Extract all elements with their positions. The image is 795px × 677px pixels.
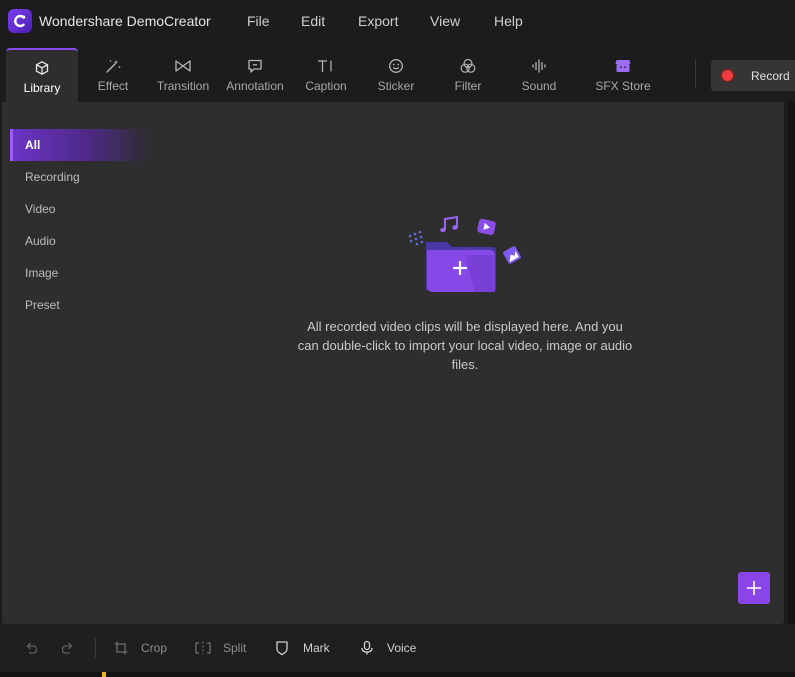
plus-icon [746, 580, 762, 596]
mark-label: Mark [303, 641, 330, 655]
playhead-marker[interactable] [102, 672, 106, 677]
undo-icon [26, 642, 38, 654]
tab-library[interactable]: Library [6, 48, 78, 102]
import-media-button[interactable] [738, 572, 770, 604]
voice-label: Voice [387, 641, 417, 655]
category-recording[interactable]: Recording [10, 161, 150, 193]
app-title: Wondershare DemoCreator [39, 13, 211, 29]
category-all[interactable]: All [10, 129, 150, 161]
menu-edit[interactable]: Edit [301, 13, 325, 29]
toolbar-divider [695, 60, 696, 88]
tab-effect-label: Effect [97, 79, 129, 93]
marker-shield-icon [276, 641, 288, 656]
library-category-list: All Recording Video Audio Image Preset [10, 129, 150, 321]
magic-wand-icon [106, 60, 121, 73]
split-button[interactable]: Split [194, 640, 246, 656]
crop-label: Crop [141, 641, 168, 655]
split-label: Split [223, 641, 247, 655]
record-button[interactable]: Record [711, 60, 795, 91]
tab-transition[interactable]: Transition [147, 48, 219, 102]
media-toolbar: Library Effect Transition Annotation Cap… [0, 44, 795, 102]
menu-export[interactable]: Export [358, 13, 398, 29]
category-audio[interactable]: Audio [10, 225, 150, 257]
tab-library-label: Library [23, 81, 61, 95]
tab-sound-label: Sound [521, 79, 557, 93]
empty-library-message: All recorded video clips will be display… [297, 319, 633, 372]
timeline-edge [0, 672, 795, 677]
title-bar: Wondershare DemoCreator File Edit Export… [0, 0, 795, 44]
tab-sticker[interactable]: Sticker [360, 48, 432, 102]
undo-button[interactable] [23, 640, 39, 656]
menu-file[interactable]: File [247, 13, 270, 29]
speech-bubble-icon [248, 59, 262, 73]
voice-button[interactable]: Voice [360, 640, 416, 656]
tab-filter[interactable]: Filter [432, 48, 504, 102]
crop-icon [114, 641, 128, 655]
tab-filter-label: Filter [454, 79, 482, 93]
redo-icon [61, 642, 73, 654]
split-icon [195, 641, 211, 655]
tab-caption-label: Caption [305, 79, 347, 93]
smiley-icon [389, 59, 403, 73]
timeline-edit-toolbar: Crop Split Mark Voice [0, 624, 795, 672]
empty-library-illustration[interactable] [405, 210, 525, 300]
text-cursor-icon [318, 60, 332, 72]
democreator-logo-icon [8, 9, 32, 33]
record-button-label: Record [751, 68, 790, 83]
app-window: Wondershare DemoCreator File Edit Export… [0, 0, 795, 677]
record-dot-icon [722, 70, 733, 81]
right-panel-edge [788, 102, 795, 624]
edit-toolbar-divider [95, 638, 96, 658]
cube-icon [35, 61, 49, 75]
bowtie-icon [175, 60, 191, 72]
crop-button[interactable]: Crop [113, 640, 167, 656]
tab-sfx-store[interactable]: SFX Store [587, 48, 659, 102]
redo-button[interactable] [60, 640, 76, 656]
tab-sound[interactable]: Sound [503, 48, 575, 102]
category-preset[interactable]: Preset [10, 289, 150, 321]
tab-transition-label: Transition [156, 79, 210, 93]
menu-view[interactable]: View [430, 13, 460, 29]
microphone-icon [361, 640, 373, 655]
mark-button[interactable]: Mark [275, 640, 330, 656]
tab-annotation-label: Annotation [226, 79, 284, 93]
category-image[interactable]: Image [10, 257, 150, 289]
store-icon [615, 60, 631, 72]
tab-effect[interactable]: Effect [77, 48, 149, 102]
tab-caption[interactable]: Caption [290, 48, 362, 102]
tab-annotation[interactable]: Annotation [219, 48, 291, 102]
tab-sticker-label: Sticker [377, 79, 415, 93]
menu-help[interactable]: Help [494, 13, 523, 29]
tab-sfx-store-label: SFX Store [595, 79, 651, 93]
category-video[interactable]: Video [10, 193, 150, 225]
circles-icon [460, 58, 476, 73]
waveform-icon [532, 59, 546, 73]
